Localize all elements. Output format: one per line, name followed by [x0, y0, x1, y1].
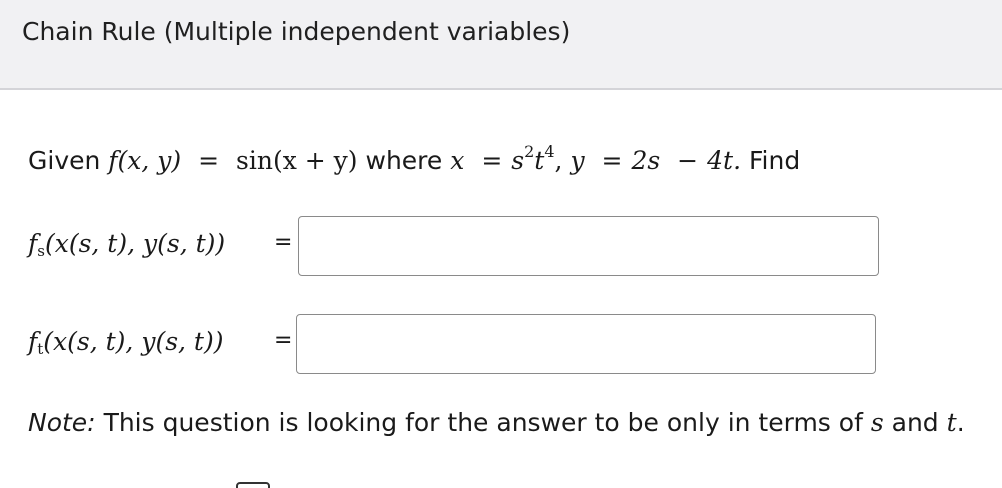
x-equals: = — [481, 146, 503, 175]
partial-widget-icon — [236, 482, 270, 488]
y-term-2s: 2s — [631, 146, 661, 175]
x-variable: x — [450, 146, 465, 175]
answer-label-ft: ft(x(s, t), y(s, t)) — [28, 327, 223, 358]
answer-equals-sign: = — [274, 328, 293, 353]
note-and: and — [891, 408, 939, 437]
question-header: Chain Rule (Multiple independent variabl… — [0, 0, 1002, 90]
answer-input-ft[interactable] — [296, 314, 876, 374]
x-exponent-2: 2 — [524, 142, 535, 161]
label-f: f — [28, 327, 38, 356]
given-text: Given — [28, 146, 101, 175]
label-f: f — [28, 229, 38, 258]
label-subscript-s: s — [37, 242, 45, 260]
y-variable: y — [570, 146, 585, 175]
label-arguments: (x(s, t), y(s, t)) — [44, 229, 226, 258]
find-text: Find — [748, 146, 801, 175]
answer-label-fs: fs(x(s, t), y(s, t)) — [28, 229, 225, 260]
answer-input-fs[interactable] — [298, 216, 879, 276]
function-notation: f(x, y) — [108, 146, 182, 175]
x-base-s: s — [511, 146, 525, 175]
note-body: This question is looking for the answer … — [103, 408, 863, 437]
comma: , — [554, 146, 563, 175]
answer-equals-sign: = — [274, 230, 293, 255]
note-label: Note: — [28, 408, 96, 437]
note-variable-t: t — [946, 408, 957, 437]
note-period: . — [956, 408, 965, 437]
label-arguments: (x(s, t), y(s, t)) — [43, 327, 224, 356]
note-text: Note: This question is looking for the a… — [28, 408, 965, 437]
function-expression: sin(x + y) — [236, 146, 358, 175]
problem-statement: Given f(x, y) = sin(x + y) where x = s2t4… — [28, 142, 800, 175]
y-term-4t: 4t. — [707, 146, 742, 175]
x-exponent-4: 4 — [544, 142, 555, 161]
where-text: where — [365, 146, 443, 175]
y-equals: = — [601, 146, 623, 175]
equals-sign: = — [198, 146, 220, 175]
note-variable-s: s — [870, 408, 884, 437]
x-base-t: t — [534, 146, 545, 175]
question-title: Chain Rule (Multiple independent variabl… — [22, 17, 571, 46]
minus-sign: − — [677, 146, 699, 175]
